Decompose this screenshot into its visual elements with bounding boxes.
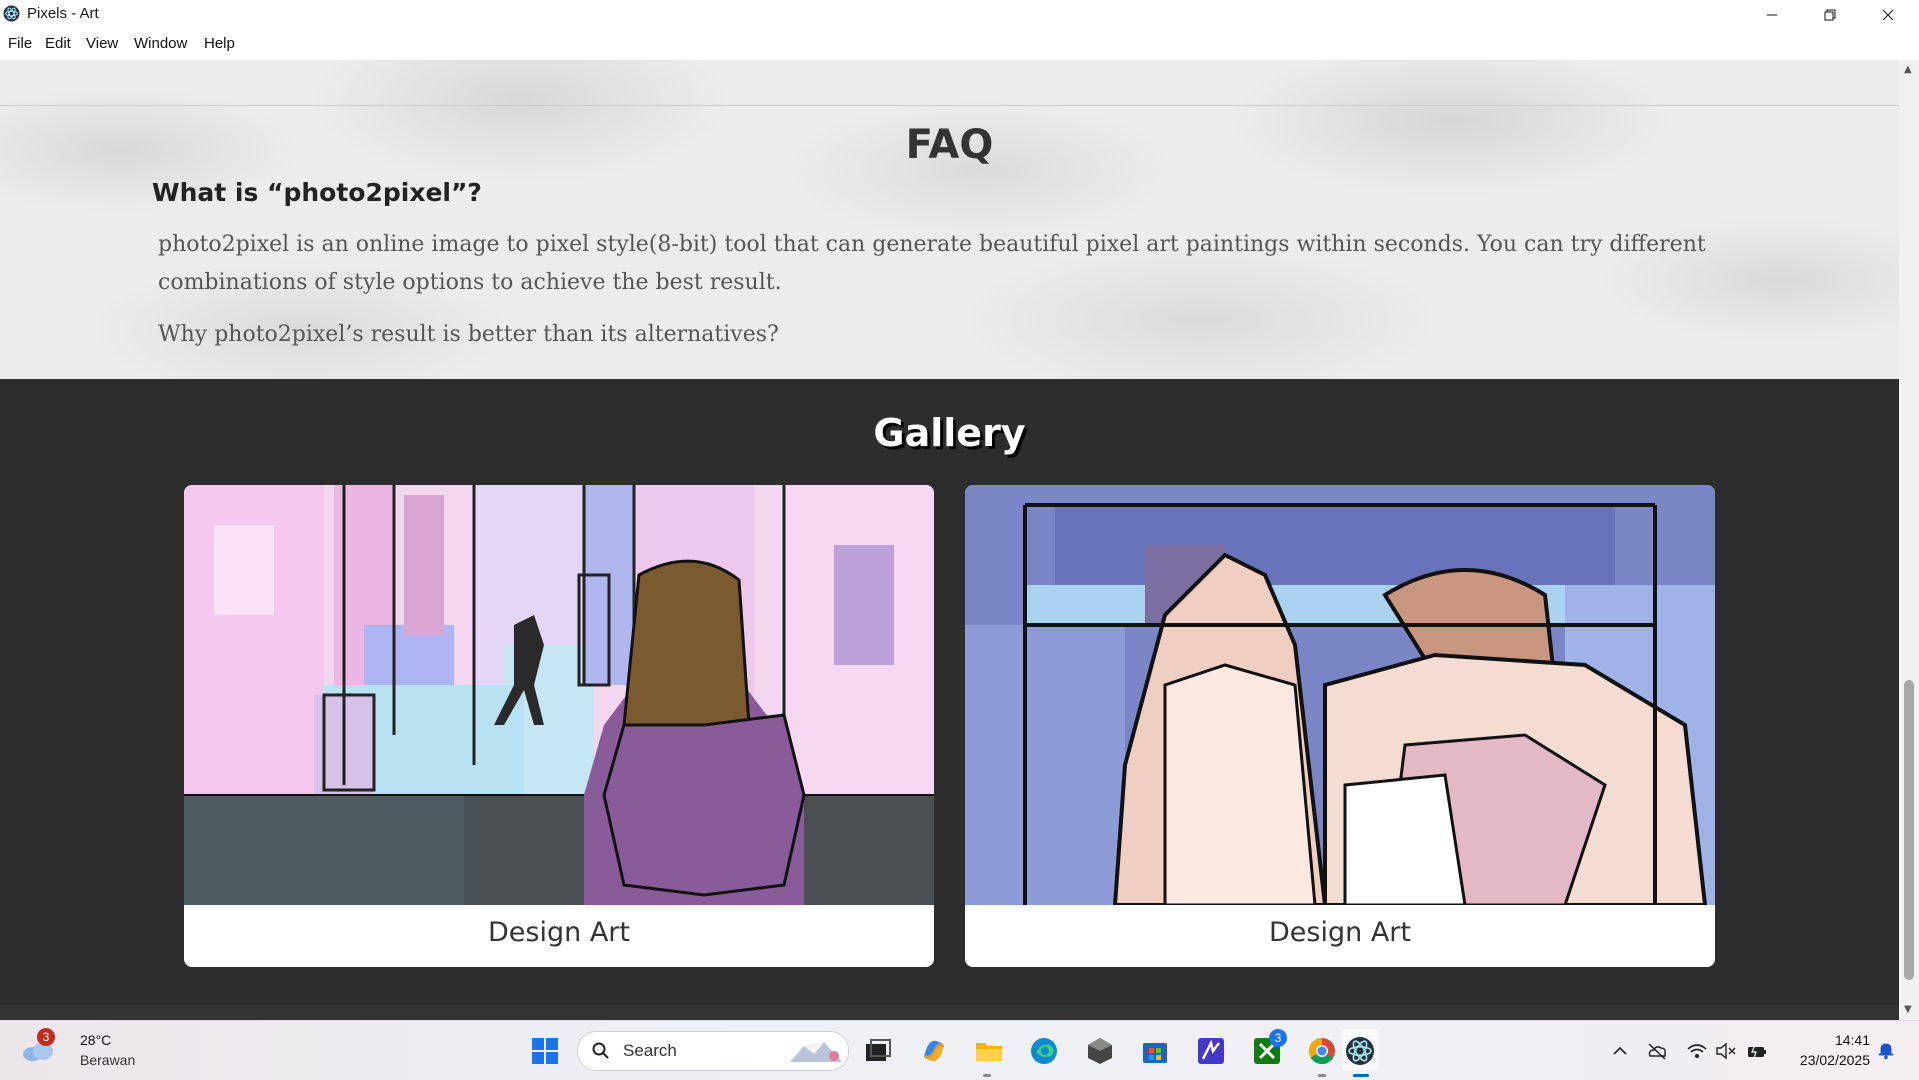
weather-temperature: 28°C (80, 1032, 112, 1048)
gallery-card[interactable]: Design Art (184, 485, 934, 967)
wifi-icon[interactable] (1686, 1041, 1708, 1061)
page-footer-edge (0, 1005, 1899, 1021)
clock-time: 14:41 (1834, 1032, 1870, 1048)
electron-app-icon (3, 5, 20, 22)
chevron-up-icon[interactable] (1609, 1041, 1631, 1061)
close-button[interactable] (1859, 0, 1917, 29)
chrome-icon[interactable] (1306, 1035, 1338, 1067)
file-explorer-icon[interactable] (973, 1035, 1005, 1067)
xbox-badge: 3 (1269, 1029, 1287, 1047)
taskbar: 3 28°C Berawan Search 3 14:41 23/02/2025 (0, 1020, 1919, 1080)
faq-section: FAQ What is “photo2pixel”? photo2pixel i… (0, 60, 1899, 379)
close-icon (1882, 9, 1894, 20)
card-title: Design Art (1269, 917, 1411, 948)
vertical-scrollbar[interactable]: ▲ ▼ (1899, 60, 1919, 1020)
scroll-up-icon[interactable]: ▲ (1904, 64, 1912, 75)
battery-icon[interactable] (1746, 1041, 1768, 1061)
gallery-section: Gallery Design Art Design Art (0, 379, 1899, 1020)
menu-bar: File Edit View Window Help (0, 29, 1919, 60)
electron-app-icon[interactable] (1344, 1035, 1376, 1067)
menu-view[interactable]: View (86, 35, 118, 52)
search-highlight-icon (790, 1042, 842, 1062)
active-indicator (1353, 1074, 1369, 1077)
windows-start-icon[interactable] (529, 1035, 561, 1067)
page-viewport: FAQ What is “photo2pixel”? photo2pixel i… (0, 60, 1899, 1020)
clock-date: 23/02/2025 (1799, 1052, 1870, 1068)
notification-bell-icon[interactable] (1875, 1040, 1897, 1060)
scroll-down-icon[interactable]: ▼ (1904, 1004, 1912, 1015)
onedrive-icon[interactable] (1646, 1041, 1668, 1061)
running-indicator (1318, 1074, 1326, 1077)
weather-description: Berawan (80, 1052, 136, 1068)
edge-icon[interactable] (1028, 1035, 1060, 1067)
faq-answer: photo2pixel is an online image to pixel … (158, 232, 1706, 295)
weather-widget[interactable]: 3 28°C Berawan (16, 1021, 136, 1079)
scroll-thumb[interactable] (1904, 680, 1914, 980)
gallery-image (184, 485, 934, 905)
gallery-heading: Gallery (873, 411, 1026, 455)
copilot-icon[interactable] (918, 1035, 950, 1067)
faq-question[interactable]: What is “photo2pixel”? (152, 178, 482, 207)
divider (0, 105, 1899, 106)
menu-window[interactable]: Window (134, 35, 187, 52)
menu-file[interactable]: File (8, 35, 32, 52)
cube-app-icon[interactable] (1084, 1035, 1116, 1067)
title-bar: Pixels - Art (0, 0, 1919, 29)
search-placeholder: Search (623, 1041, 677, 1060)
menu-edit[interactable]: Edit (45, 35, 71, 52)
gallery-card[interactable]: Design Art (965, 485, 1715, 967)
editor-app-icon[interactable] (1195, 1035, 1227, 1067)
minimize-button[interactable] (1743, 0, 1801, 29)
gallery-image (965, 485, 1715, 905)
menu-help[interactable]: Help (204, 35, 235, 52)
faq-question[interactable]: Why photo2pixel’s result is better than … (158, 322, 779, 347)
minimize-icon (1767, 14, 1777, 15)
taskbar-search[interactable]: Search (577, 1031, 849, 1071)
speaker-muted-icon[interactable] (1715, 1041, 1737, 1061)
task-view-icon[interactable] (862, 1035, 894, 1067)
weather-badge: 3 (37, 1028, 55, 1046)
running-indicator (983, 1074, 991, 1077)
search-icon (592, 1042, 609, 1059)
faq-heading: FAQ (905, 122, 994, 168)
window-title: Pixels - Art (27, 5, 99, 22)
restore-button[interactable] (1801, 0, 1859, 29)
microsoft-store-icon[interactable] (1139, 1035, 1171, 1067)
card-title: Design Art (488, 917, 630, 948)
restore-icon (1824, 9, 1836, 20)
